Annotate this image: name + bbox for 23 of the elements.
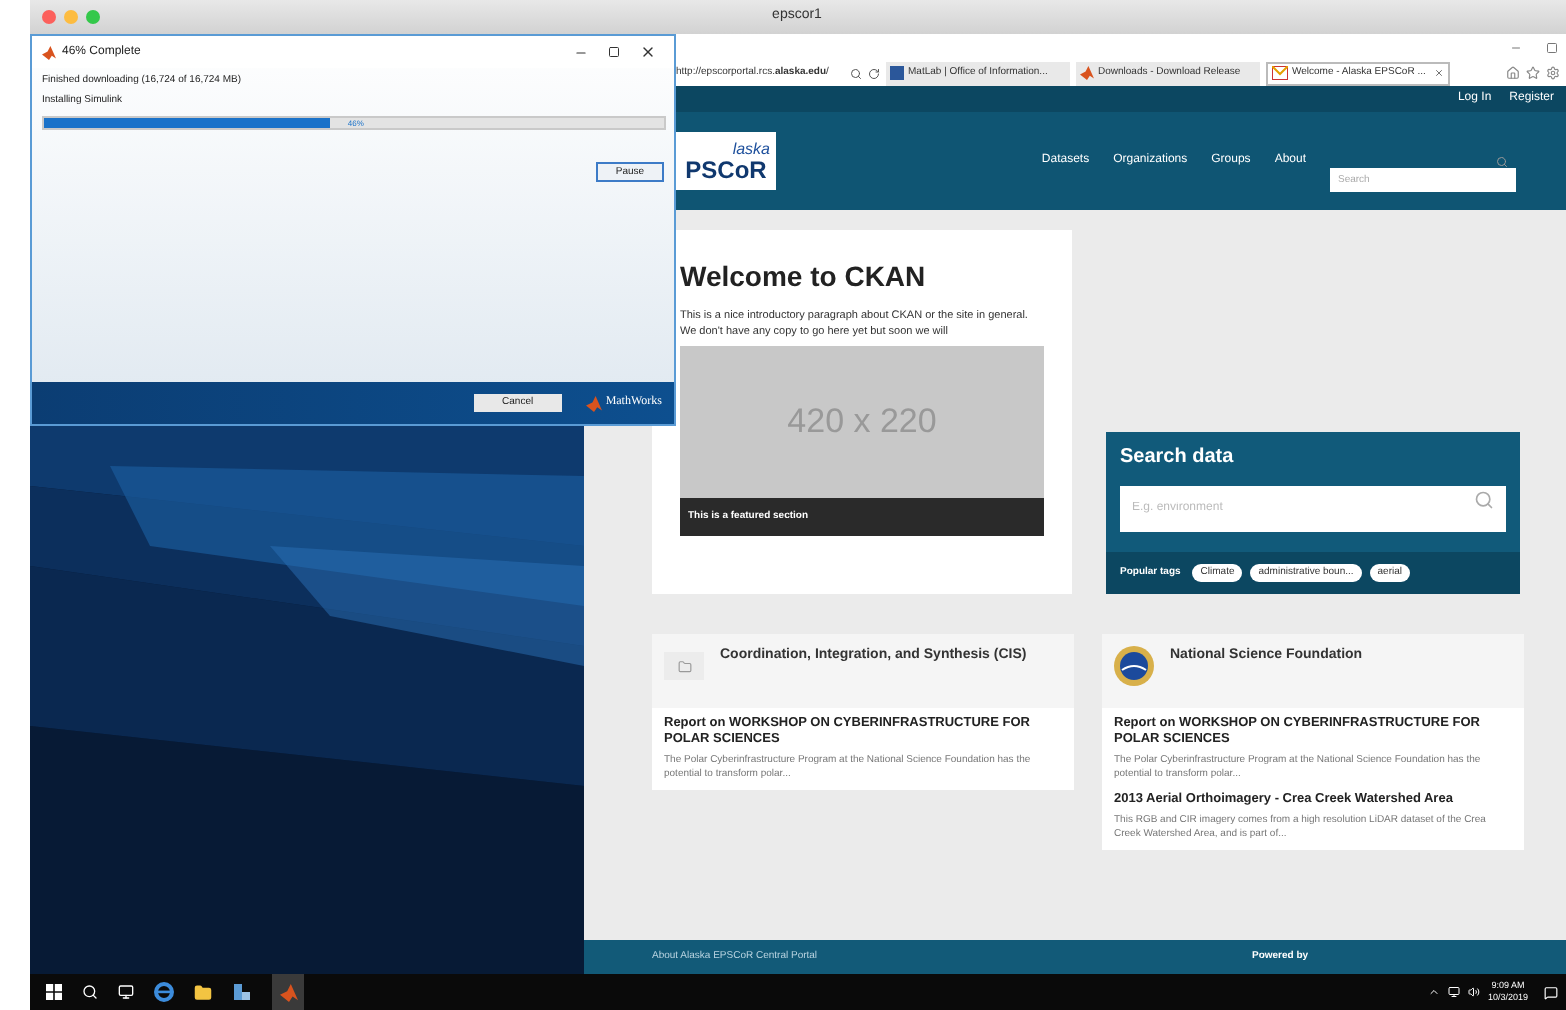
folder-icon xyxy=(664,652,704,680)
active-app-icon[interactable] xyxy=(272,974,304,1010)
refresh-icon[interactable] xyxy=(868,67,880,79)
server-icon[interactable] xyxy=(232,982,252,1002)
site-logo[interactable]: laska PSCoR xyxy=(676,132,776,190)
welcome-title: Welcome to CKAN xyxy=(680,262,928,290)
task-view-icon[interactable] xyxy=(118,984,134,1000)
folder-icon[interactable] xyxy=(194,983,212,1001)
browser-e-icon[interactable] xyxy=(154,982,174,1002)
star-icon[interactable] xyxy=(1526,66,1540,80)
windows-logo-icon[interactable] xyxy=(46,984,62,1000)
speaker-icon[interactable] xyxy=(1467,986,1480,998)
settings-icon[interactable] xyxy=(1546,66,1560,80)
notification-icon[interactable] xyxy=(1544,985,1558,999)
maximize-icon[interactable] xyxy=(608,46,620,58)
panel-title: Search data xyxy=(1118,444,1236,472)
close-icon[interactable] xyxy=(640,44,656,60)
network-icon[interactable] xyxy=(1447,986,1460,998)
envelope-icon xyxy=(1272,66,1288,80)
home-icon[interactable] xyxy=(1506,66,1520,80)
chevron-up-icon[interactable] xyxy=(1427,986,1440,998)
seal-icon xyxy=(1114,646,1154,686)
page-icon xyxy=(890,66,904,80)
